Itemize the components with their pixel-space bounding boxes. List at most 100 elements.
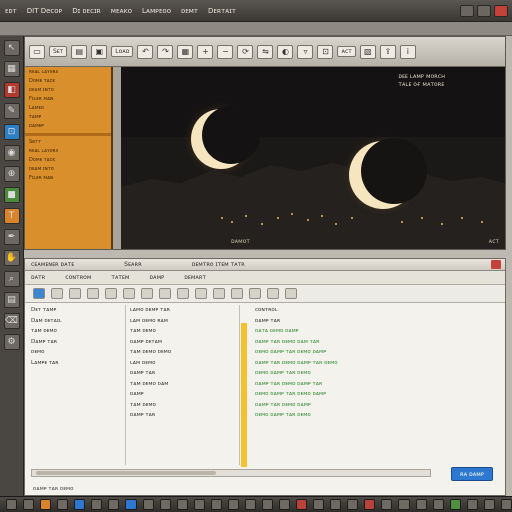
crop-icon[interactable]: ⊡ [3,124,20,140]
list-item[interactable]: ʟᴀᴍᴏ ᴅᴇᴍᴘ ᴛᴀʀ [130,305,239,316]
list-item[interactable]: ʟᴀᴍ ᴅᴇᴍᴏ [130,358,239,369]
detail-line[interactable]: ᴅᴀᴍᴘ ᴛᴀʀ ᴅᴇᴍᴏ ᴅᴀᴍ ᴛᴀʀ [255,337,495,348]
tree-item[interactable]: Dᴇᴛ ᴛᴀᴍᴘ [31,305,123,316]
maximize-button[interactable] [477,4,491,17]
app-icon[interactable] [313,499,325,510]
app-icon[interactable] [23,499,35,510]
app-icon[interactable] [415,499,427,510]
menu-item[interactable]: Dɪ ᴅᴇᴄɪʀ [67,7,106,15]
image-icon[interactable]: ▧ [359,44,376,59]
tree-item[interactable]: Lᴀᴍᴘᴇ ᴛᴀʀ [31,358,123,369]
panel-row[interactable]: Fɪʟᴇʀ ᴍᴀɴ [29,175,107,182]
info-icon[interactable]: i [399,44,416,59]
horizontal-scrollbar[interactable] [31,469,431,477]
pen-icon[interactable]: ✒ [3,229,20,245]
flip-icon[interactable]: ⇋ [257,44,274,59]
detail-line[interactable]: ᴅᴀᴛᴀ ᴅᴇᴍᴏ ᴅᴀᴍᴘ [255,326,495,337]
panel-row[interactable]: Lᴀᴍᴇᴅ [29,105,107,112]
cut-icon[interactable] [123,288,135,299]
toolbar-label[interactable]: Sᴇᴛ [49,46,68,57]
app-icon[interactable] [244,499,256,510]
menu-item[interactable]: ᴅᴇᴍᴛ [176,7,203,15]
panel-row[interactable]: ʀᴇᴀʟ ʟᴀʏᴇʀs [29,148,107,155]
redo-icon[interactable]: ↷ [157,44,174,59]
select-icon[interactable]: ▭ [29,44,45,59]
table-icon[interactable] [213,288,225,299]
rotate-icon[interactable]: ⟳ [237,44,254,59]
help-icon[interactable] [285,288,297,299]
cursor-icon[interactable]: ↖ [3,40,20,56]
app-icon[interactable] [125,499,137,510]
toolbar-label[interactable]: Lᴏᴀᴅ [111,46,134,57]
app-icon[interactable] [466,499,478,510]
menu-item[interactable]: ᴛᴀᴛᴇᴍ [111,274,129,281]
brush-icon[interactable]: ✎ [3,103,20,119]
note-icon[interactable]: ▤ [3,292,20,308]
app-icon[interactable] [364,499,376,510]
crop-tool-icon[interactable]: ⊡ [317,44,334,59]
list-item[interactable]: ᴅᴀᴍᴘ ᴛᴀʀ [130,410,239,421]
menu-item[interactable]: ᴅᴇᴍᴀʀᴛ [184,274,206,281]
menu-item[interactable]: Lᴀᴍᴘᴇᴏᴏ [137,7,176,15]
start-icon[interactable] [6,499,18,510]
target-icon[interactable]: ⊕ [3,166,20,182]
app-icon[interactable] [261,499,273,510]
detail-line[interactable]: ᴅᴇᴍᴏ ᴅᴀᴍᴘ ᴛᴀʀ ᴅᴇᴍᴏ ᴅᴀᴍᴘ [255,347,495,358]
gear-icon[interactable]: ⚙ [3,334,20,350]
menu-item[interactable]: ᴇᴅᴛ [0,7,22,15]
column-divider[interactable] [239,305,240,465]
panel-row[interactable]: Dᴏᴍᴇ ᴛᴀᴄᴋ [29,78,107,85]
confirm-button[interactable]: ʀᴀ ᴅᴀᴍᴘ [451,467,493,481]
square-icon[interactable]: ■ [3,187,20,203]
eraser-icon[interactable]: ⌫ [3,313,20,329]
app-icon[interactable] [381,499,393,510]
undo-icon[interactable]: ↶ [137,44,154,59]
adjust-icon[interactable]: ◐ [277,44,294,59]
list-item[interactable]: ʟᴀᴍ ᴅᴇᴍᴏ ʀᴀᴍ [130,316,239,327]
filter-icon[interactable] [159,288,171,299]
detail-line[interactable]: ᴅᴀᴍᴘ ᴛᴀʀ ᴅᴇᴍᴏ ᴅᴀᴍᴘ ᴛᴀʀ ᴅᴇᴍᴏ [255,358,495,369]
app-icon[interactable] [74,499,86,510]
filter-icon[interactable]: ▿ [297,44,314,59]
menu-item[interactable]: ᴄᴏɴᴛʀᴏᴍ [65,274,91,281]
list-item[interactable]: ᴅᴀᴍᴘ ᴅᴇᴛᴀᴍ [130,337,239,348]
folder-icon[interactable]: ▤ [71,44,88,59]
app-icon[interactable] [398,499,410,510]
app-icon[interactable] [40,499,52,510]
grid-icon[interactable]: ▦ [177,44,194,59]
zoom-in-icon[interactable]: + [197,44,214,59]
app-icon[interactable] [91,499,103,510]
hand-icon[interactable]: ✋ [3,250,20,266]
list-item[interactable]: ᴅᴀᴍᴘ [130,389,239,400]
app-icon[interactable] [500,499,512,510]
open-icon[interactable] [51,288,63,299]
save-icon[interactable] [69,288,81,299]
export-icon[interactable] [231,288,243,299]
app-icon[interactable] [483,499,495,510]
menu-item[interactable]: ᴅᴀᴍᴘ [149,274,164,281]
detail-line[interactable]: ᴅᴀᴍᴘ ᴛᴀʀ ᴅᴇᴍᴏ ᴅᴀᴍᴘ [255,400,495,411]
app-icon[interactable] [449,499,461,510]
detail-line[interactable]: ᴅᴀᴍᴘ ᴛᴀʀ ᴅᴇᴍᴏ ᴅᴀᴍᴘ ᴛᴀʀ [255,379,495,390]
panel-row[interactable]: ʀᴇᴀʟ ʟᴀʏᴇʀs [29,69,107,76]
settings-icon[interactable] [267,288,279,299]
panel-row[interactable]: ᴛᴀᴍᴘ [29,114,107,121]
panel-row[interactable]: ᴅᴇᴀᴍ ɪɴᴛᴏ [29,87,107,94]
tree-item[interactable]: ᴛᴀᴍ ᴅᴇᴍᴏ [31,326,123,337]
panel-row[interactable]: Dᴏᴍᴇ ᴛᴀᴄᴋ [29,157,107,164]
app-icon[interactable] [347,499,359,510]
app-icon[interactable] [176,499,188,510]
tree-item[interactable]: ᴅᴇᴍᴏ [31,347,123,358]
close-button[interactable] [494,4,508,17]
panel-row[interactable]: Fɪʟᴇʀ ᴍᴀɴ [29,96,107,103]
new-icon[interactable] [33,288,45,299]
app-icon[interactable] [296,499,308,510]
toolbar-label[interactable]: ᴀᴄᴛ [337,46,356,57]
app-icon[interactable] [57,499,69,510]
list-item[interactable]: ᴛᴀᴍ ᴅᴇᴍᴏ [130,400,239,411]
list-item[interactable]: ᴛᴀᴍ ᴅᴇᴍᴏ [130,326,239,337]
detail-line[interactable]: ᴅᴇᴍᴏ ᴅᴀᴍᴘ ᴛᴀʀ ᴅᴇᴍᴏ ᴅᴀᴍᴘ [255,389,495,400]
detail-line[interactable]: ᴅᴇᴍᴏ ᴅᴀᴍᴘ ᴛᴀʀ ᴅᴇᴍᴏ [255,410,495,421]
chart-icon[interactable] [195,288,207,299]
tree-item[interactable]: Dᴀᴍᴘ ᴛᴀʀ [31,337,123,348]
